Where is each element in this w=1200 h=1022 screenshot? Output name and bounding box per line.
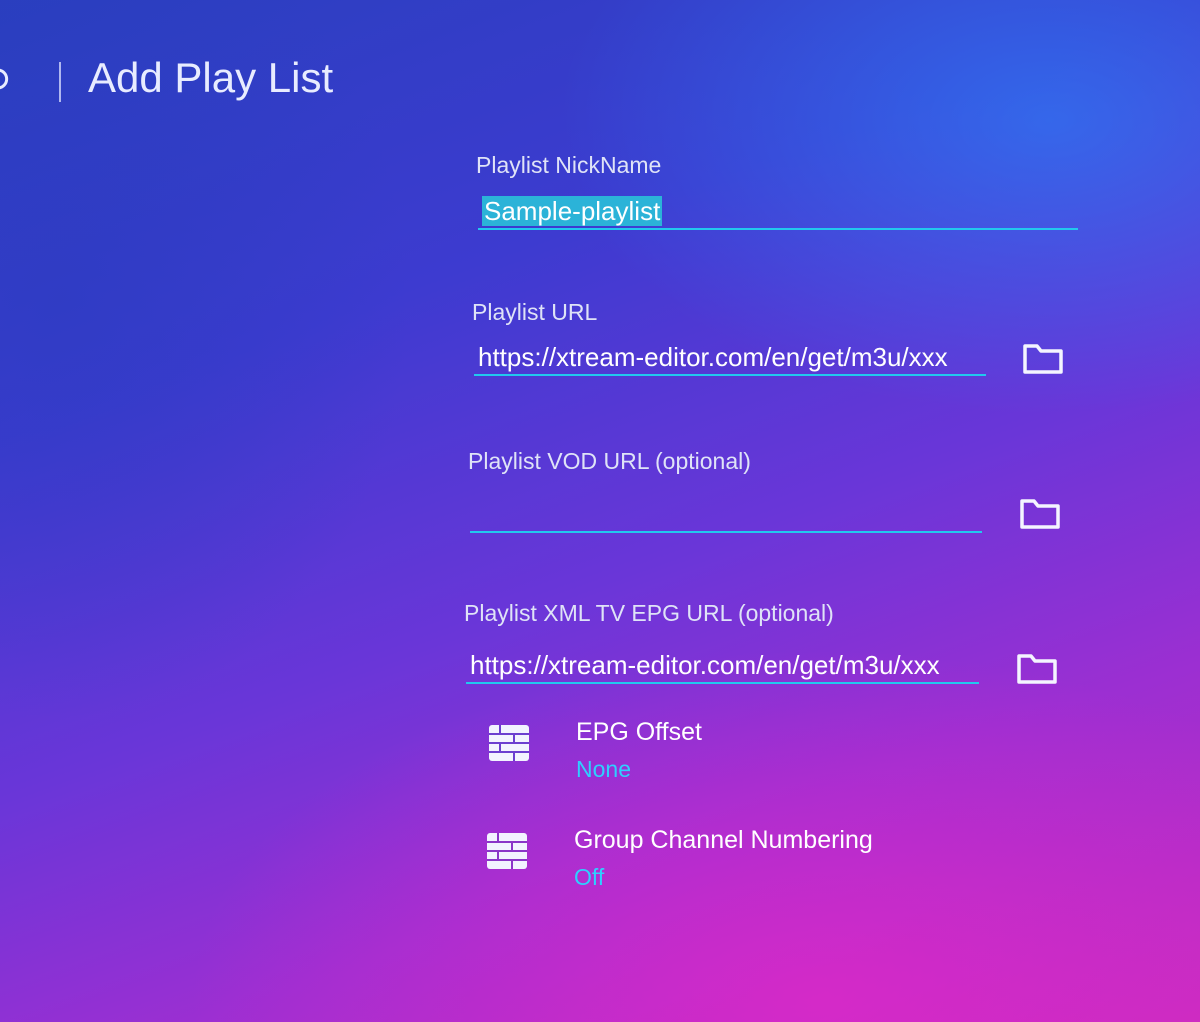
epg-url-input[interactable]: https://xtream-editor.com/en/get/m3u/xxx <box>466 648 979 684</box>
header-bar: Add Play List <box>0 0 1200 150</box>
back-arrow-icon[interactable] <box>0 66 14 92</box>
epg-url-label: Playlist XML TV EPG URL (optional) <box>464 600 834 626</box>
nickname-label: Playlist NickName <box>476 152 662 178</box>
page-title: Add Play List <box>88 54 334 101</box>
group-channel-numbering-value: Off <box>574 864 605 890</box>
url-input[interactable]: https://xtream-editor.com/en/get/m3u/xxx <box>474 340 986 376</box>
vod-url-input[interactable] <box>470 497 982 533</box>
url-folder-icon[interactable] <box>1021 340 1065 376</box>
epg-offset-value: None <box>576 756 631 782</box>
epg-url-folder-icon[interactable] <box>1015 650 1059 686</box>
list-grid-icon <box>489 725 529 761</box>
epg-offset-title: EPG Offset <box>576 718 702 746</box>
group-channel-numbering-title: Group Channel Numbering <box>574 826 873 854</box>
vod-url-label: Playlist VOD URL (optional) <box>468 448 751 474</box>
nickname-value: Sample-playlist <box>482 196 663 226</box>
vod-url-folder-icon[interactable] <box>1018 495 1062 531</box>
url-label: Playlist URL <box>472 299 598 325</box>
header-divider <box>59 62 61 102</box>
list-grid-icon <box>487 833 527 869</box>
setting-group-channel-numbering[interactable]: Group Channel Numbering Off <box>486 826 1046 896</box>
setting-epg-offset[interactable]: EPG Offset None <box>488 718 1048 788</box>
nickname-input[interactable]: Sample-playlist <box>478 194 1078 230</box>
